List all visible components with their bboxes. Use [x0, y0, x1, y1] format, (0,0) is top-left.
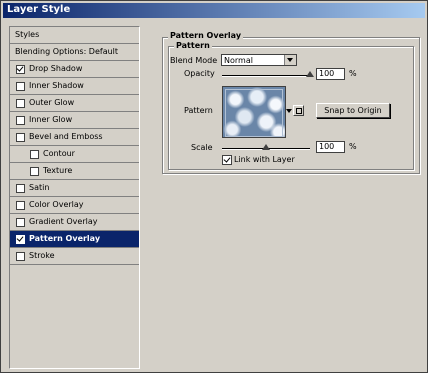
style-item-label: Texture: [43, 166, 73, 175]
blend-mode-value: Normal: [224, 56, 253, 65]
opacity-input[interactable]: 100: [316, 68, 345, 80]
style-item-texture[interactable]: Texture: [10, 163, 139, 180]
style-item-blending-options[interactable]: Blending Options: Default: [10, 44, 139, 61]
stroke-checkbox[interactable]: [16, 252, 25, 261]
style-item-label: Contour: [43, 149, 75, 158]
pattern-label: Pattern: [184, 106, 213, 115]
pattern-overlay-group-title: Pattern Overlay: [168, 31, 244, 40]
style-item-gradient-overlay[interactable]: Gradient Overlay: [10, 214, 139, 231]
style-item-label: Drop Shadow: [29, 64, 83, 73]
contour-checkbox[interactable]: [30, 150, 39, 159]
style-item-drop-shadow[interactable]: Drop Shadow: [10, 61, 139, 78]
scale-label: Scale: [191, 143, 213, 152]
style-item-bevel-and-emboss[interactable]: Bevel and Emboss: [10, 129, 139, 146]
style-item-label: Outer Glow: [29, 98, 75, 107]
scale-input[interactable]: 100: [316, 141, 345, 153]
style-item-label: Blending Options: Default: [15, 47, 119, 56]
pattern-picker-arrow-icon[interactable]: [286, 109, 292, 113]
style-item-label: Pattern Overlay: [29, 234, 101, 243]
style-item-contour[interactable]: Contour: [10, 146, 139, 163]
style-item-label: Satin: [29, 183, 50, 192]
opacity-label: Opacity: [184, 69, 215, 78]
opacity-unit: %: [349, 69, 357, 78]
style-item-pattern-overlay[interactable]: Pattern Overlay: [10, 231, 139, 248]
chevron-down-icon[interactable]: [284, 55, 296, 65]
style-item-label: Bevel and Emboss: [29, 132, 103, 141]
style-item-label: Inner Glow: [29, 115, 73, 124]
new-preset-icon[interactable]: [293, 105, 304, 116]
pattern-swatch[interactable]: [222, 86, 286, 138]
blend-mode-select[interactable]: Normal: [221, 54, 297, 66]
style-item-stroke[interactable]: Stroke: [10, 248, 139, 265]
style-item-satin[interactable]: Satin: [10, 180, 139, 197]
inner-glow-checkbox[interactable]: [16, 116, 25, 125]
outer-glow-checkbox[interactable]: [16, 99, 25, 108]
style-item-label: Color Overlay: [29, 200, 84, 209]
style-item-label: Gradient Overlay: [29, 217, 98, 226]
scale-slider-thumb[interactable]: [262, 144, 270, 150]
bevel-and-emboss-checkbox[interactable]: [16, 133, 25, 142]
style-item-label: Stroke: [29, 251, 55, 260]
style-item-outer-glow[interactable]: Outer Glow: [10, 95, 139, 112]
style-item-label: Inner Shadow: [29, 81, 84, 90]
opacity-slider-thumb[interactable]: [306, 71, 314, 77]
pattern-preview: [225, 89, 283, 137]
gradient-overlay-checkbox[interactable]: [16, 218, 25, 227]
title-bar[interactable]: Layer Style: [3, 3, 425, 18]
color-overlay-checkbox[interactable]: [16, 201, 25, 210]
snap-to-origin-button[interactable]: Snap to Origin: [316, 103, 390, 118]
style-list-header: Styles: [10, 27, 139, 44]
style-item-inner-glow[interactable]: Inner Glow: [10, 112, 139, 129]
opacity-slider-track[interactable]: [222, 75, 310, 77]
inner-shadow-checkbox[interactable]: [16, 82, 25, 91]
link-with-layer-label: Link with Layer: [234, 155, 295, 164]
texture-checkbox[interactable]: [30, 167, 39, 176]
style-item-inner-shadow[interactable]: Inner Shadow: [10, 78, 139, 95]
style-list-header-label: Styles: [15, 30, 40, 39]
style-list: Styles Blending Options: Default Drop Sh…: [9, 26, 140, 369]
satin-checkbox[interactable]: [16, 184, 25, 193]
style-item-color-overlay[interactable]: Color Overlay: [10, 197, 139, 214]
blend-mode-label: Blend Mode: [170, 56, 218, 65]
scale-unit: %: [349, 142, 357, 151]
drop-shadow-checkbox[interactable]: [16, 65, 25, 74]
pattern-overlay-checkbox[interactable]: [16, 235, 25, 244]
link-with-layer-checkbox[interactable]: [222, 155, 232, 165]
window-title: Layer Style: [7, 4, 71, 15]
pattern-subgroup-title: Pattern: [174, 41, 212, 50]
